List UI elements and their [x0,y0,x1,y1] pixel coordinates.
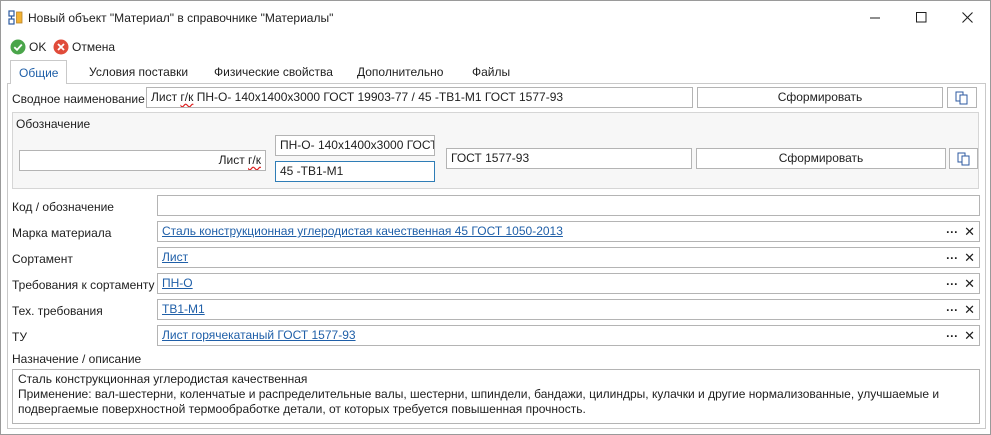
designation-left-prefix: Лист [218,153,249,167]
grade-link[interactable]: Сталь конструкционная углеродистая качес… [162,224,563,238]
tech-req-field[interactable]: ТВ1-М1 ··· ✕ [157,299,980,320]
description-label: Назначение / описание [12,352,142,366]
tab-files[interactable]: Файлы [464,60,518,83]
general-tab-panel: Сводное наименование Лист г/к ПН-О- 140x… [7,83,986,429]
more-icon[interactable]: ··· [946,226,958,238]
assortment-req-field[interactable]: ПН-О ··· ✕ [157,273,980,294]
designation-left-spell-word: г/к [248,153,261,167]
more-icon[interactable]: ··· [946,330,958,342]
assortment-field[interactable]: Лист ··· ✕ [157,247,980,268]
summary-prefix: Лист [151,90,181,104]
designation-group-label: Обозначение [16,117,91,131]
generate-summary-button[interactable]: Сформировать [697,87,943,108]
summary-name-field[interactable]: Лист г/к ПН-О- 140x1400x3000 ГОСТ 19903-… [146,87,693,108]
assortment-label: Сортамент [12,252,73,266]
description-line: подвергаемые поверхностной термообработк… [18,402,586,416]
maximize-icon [915,12,926,23]
grade-label: Марка материала [12,226,112,240]
cancel-label: Отмена [72,39,116,54]
summary-name-label: Сводное наименование [12,92,145,106]
assortment-link[interactable]: Лист [162,250,188,264]
cancel-button[interactable]: Отмена [53,38,115,55]
tab-general[interactable]: Общие [10,60,68,84]
assortment-req-label: Требования к сортаменту [12,278,155,292]
minimize-icon [869,17,880,19]
clear-icon[interactable]: ✕ [964,225,975,238]
code-label: Код / обозначение [12,200,114,214]
tab-physical-properties[interactable]: Физические свойства [206,60,341,83]
maximize-button[interactable] [898,1,944,34]
designation-left-field[interactable]: Лист г/к [19,150,266,171]
minimize-button[interactable] [852,1,898,34]
tech-req-link[interactable]: ТВ1-М1 [162,302,205,316]
tab-delivery-conditions[interactable]: Условия поставки [81,60,196,83]
clear-icon[interactable]: ✕ [964,329,975,342]
copy-designation-button[interactable] [949,148,978,169]
copy-icon [957,152,969,165]
ok-label: OK [29,39,47,54]
check-circle-icon [10,39,26,54]
designation-group: Обозначение Лист г/к ПН-О- 140x1400x3000… [12,112,979,189]
more-icon[interactable]: ··· [946,278,958,290]
code-field[interactable] [157,195,980,216]
tab-additional[interactable]: Дополнительно [349,60,451,83]
more-icon[interactable]: ··· [946,304,958,316]
cancel-circle-icon [53,39,69,54]
grade-field[interactable]: Сталь конструкционная углеродистая качес… [157,221,980,242]
tab-strip: Общие Условия поставки Физические свойст… [1,60,990,84]
description-memo[interactable]: Сталь конструкционная углеродистая качес… [12,369,980,424]
clear-icon[interactable]: ✕ [964,303,975,316]
summary-rest: ПН-О- 140x1400x3000 ГОСТ 19903-77 / 45 -… [193,90,564,104]
clear-icon[interactable]: ✕ [964,277,975,290]
tu-link[interactable]: Лист горячекатаный ГОСТ 1577-93 [162,328,356,342]
description-line: Применение: вал-шестерни, коленчатые и р… [18,387,940,401]
close-icon [961,12,973,23]
designation-gost-field[interactable]: ГОСТ 1577-93 [446,148,692,169]
tu-field[interactable]: Лист горячекатаный ГОСТ 1577-93 ··· ✕ [157,325,980,346]
copy-summary-button[interactable] [947,87,977,108]
summary-spell-word: г/к [180,90,194,104]
generate-designation-button[interactable]: Сформировать [696,148,946,169]
copy-icon [955,91,968,104]
close-window-button[interactable] [944,1,990,34]
description-line: Сталь конструкционная углеродистая качес… [18,372,308,386]
tu-label: ТУ [12,330,27,344]
assortment-req-link[interactable]: ПН-О [162,276,193,290]
directory-icon [8,10,23,25]
clear-icon[interactable]: ✕ [964,251,975,264]
more-icon[interactable]: ··· [946,252,958,264]
title-bar[interactable]: Новый объект "Материал" в справочнике "М… [1,1,990,34]
window-title: Новый объект "Материал" в справочнике "М… [28,11,334,25]
designation-bottom-field[interactable]: 45 -ТВ1-М1 [275,161,435,182]
dialog-window: Новый объект "Материал" в справочнике "М… [0,0,991,435]
tech-req-label: Тех. требования [12,304,103,318]
toolbar: OK Отмена [1,34,990,58]
designation-top-field[interactable]: ПН-О- 140x1400x3000 ГОСТ [275,135,435,156]
ok-button[interactable]: OK [10,38,46,55]
